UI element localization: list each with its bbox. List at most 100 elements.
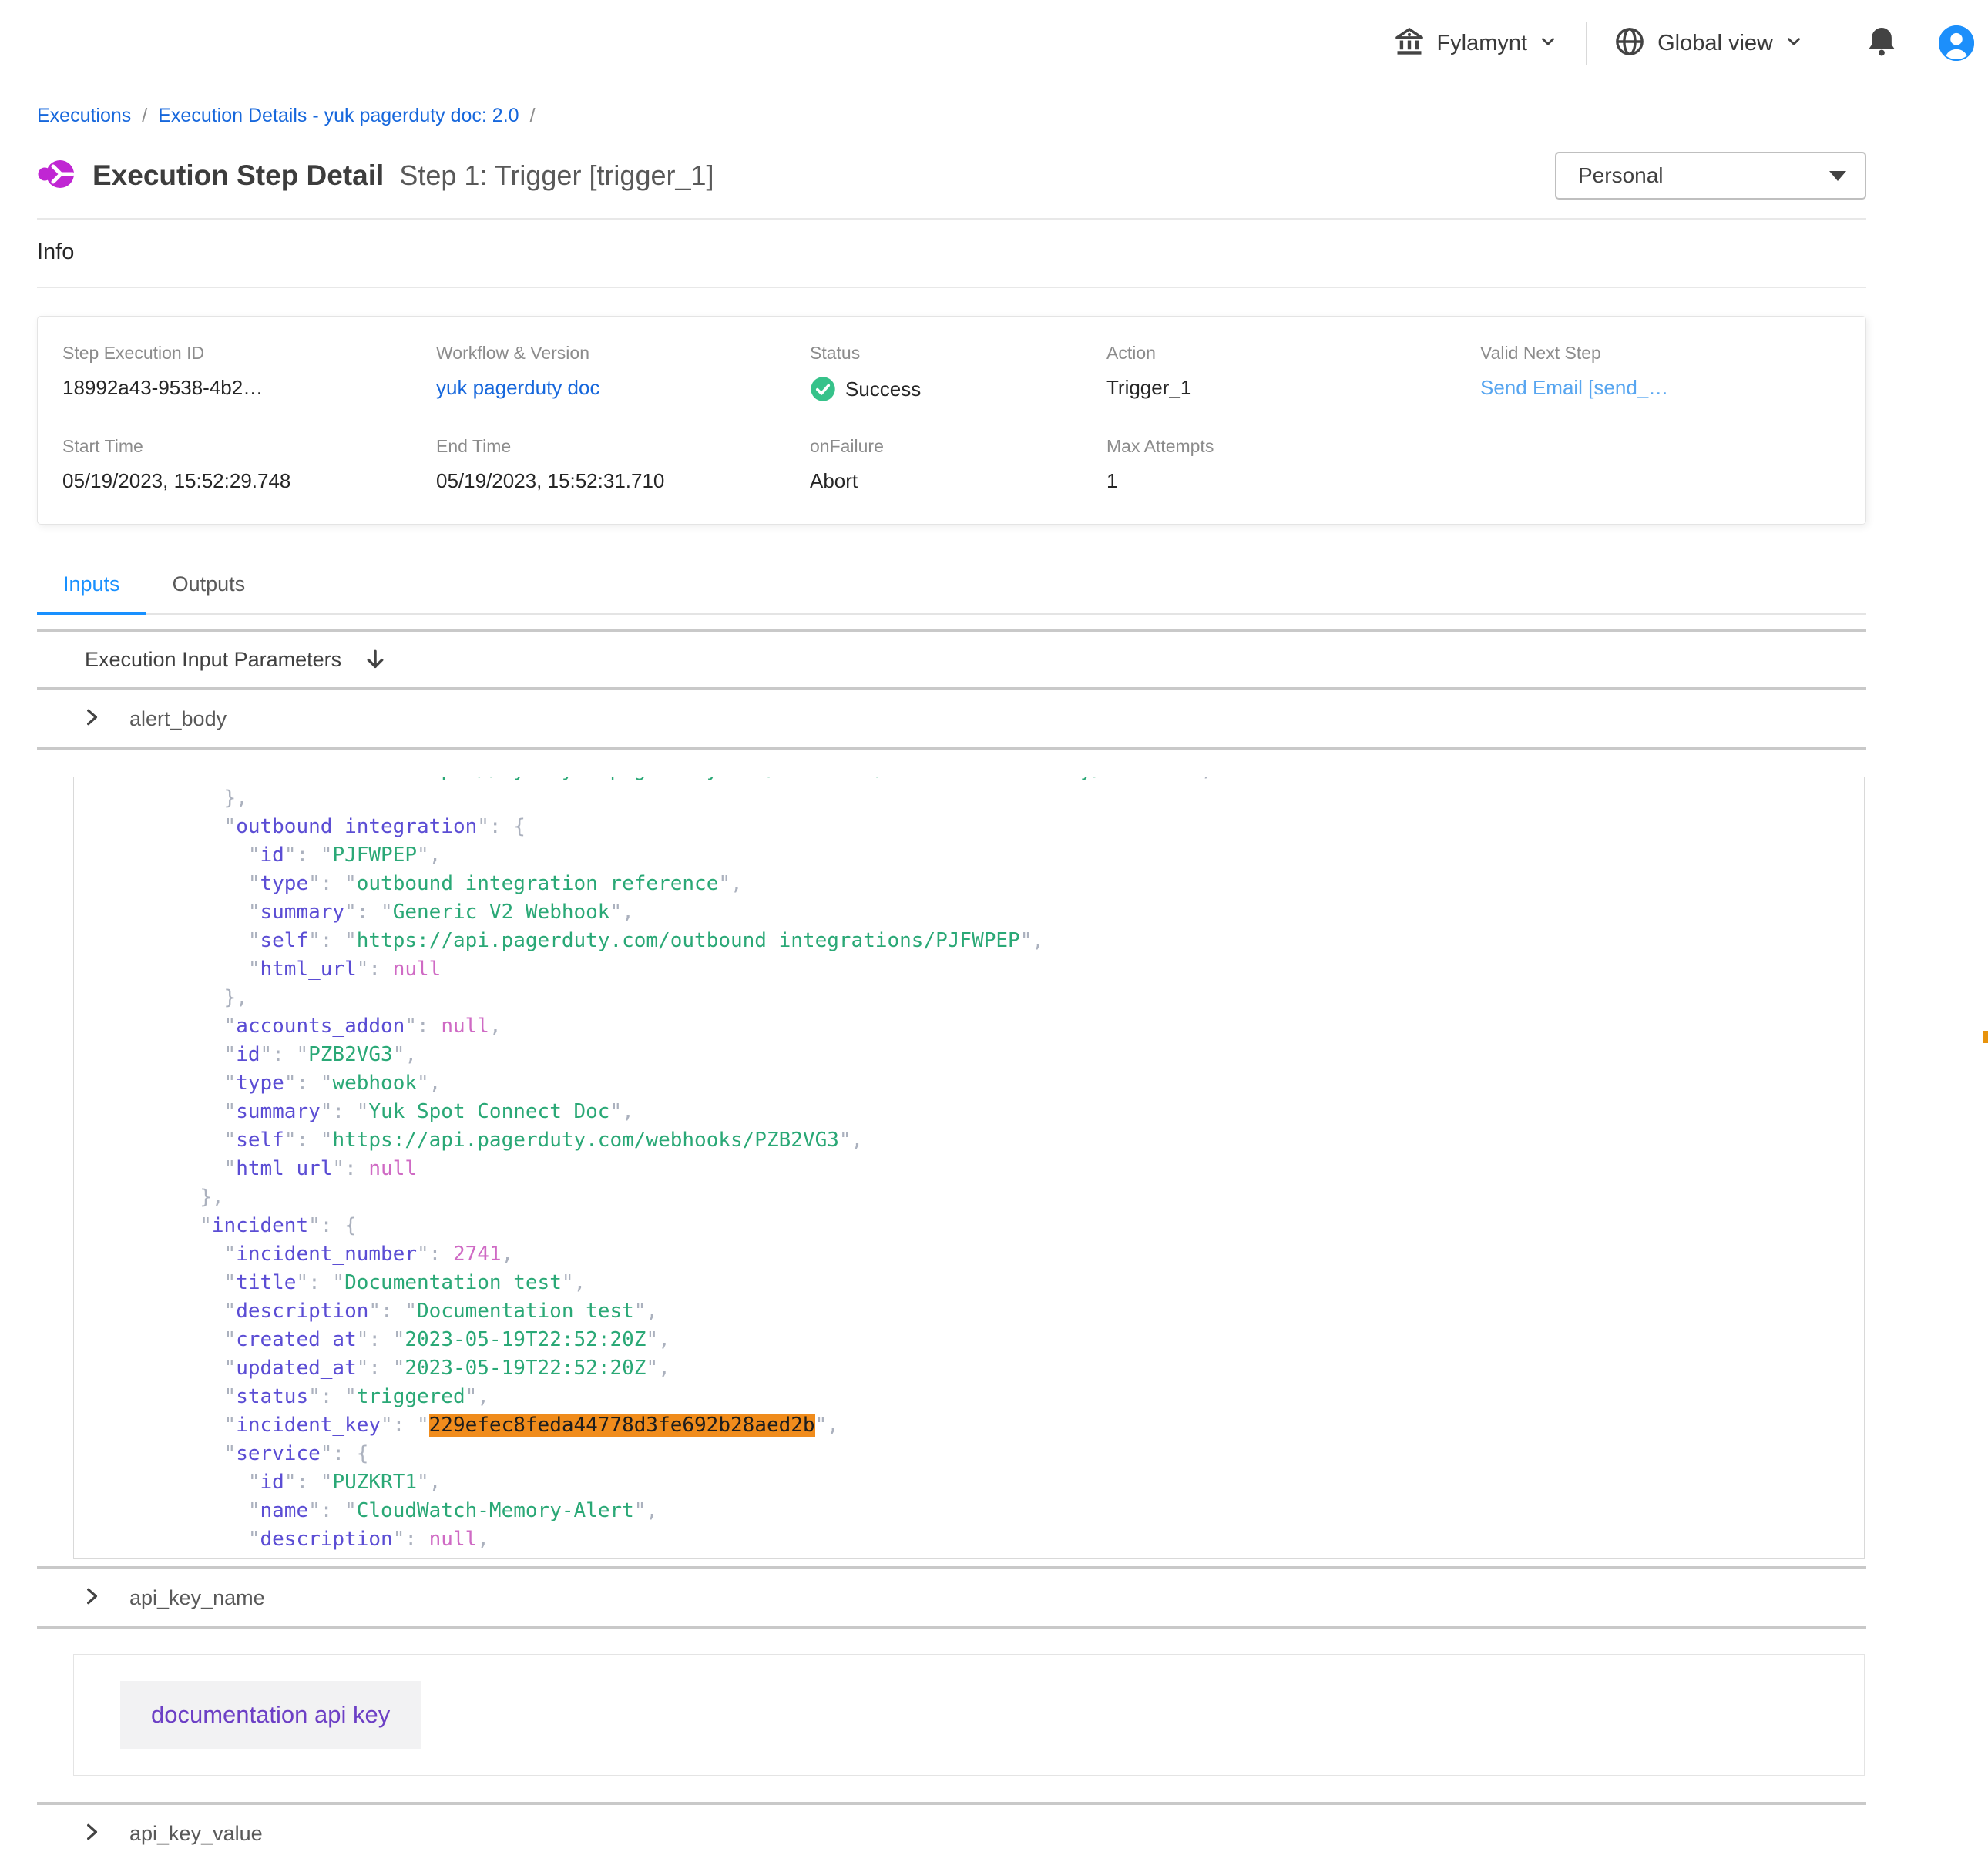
info-field: Max Attempts 1 xyxy=(1106,436,1480,493)
breadcrumb-separator: / xyxy=(142,105,147,126)
code-line: "outbound_integration": { xyxy=(103,813,1864,841)
pagerduty-trigger-icon xyxy=(37,155,76,197)
field-value: 18992a43-9538-4b2… xyxy=(62,376,436,400)
breadcrumb-link[interactable]: Executions xyxy=(37,105,131,126)
code-line: "self": "https://api.pagerduty.com/webho… xyxy=(103,1126,1864,1155)
divider xyxy=(37,1626,1866,1629)
tabs: InputsOutputs xyxy=(37,562,1866,615)
code-line: "updated_at": "2023-05-19T22:52:20Z", xyxy=(103,1354,1864,1383)
tab-outputs[interactable]: Outputs xyxy=(146,562,272,613)
field-value: 05/19/2023, 15:52:29.748 xyxy=(62,469,436,493)
field-label: Action xyxy=(1106,343,1480,364)
field-label: Workflow & Version xyxy=(436,343,810,364)
divider xyxy=(37,747,1866,750)
api-key-name-value-box: documentation api key xyxy=(73,1654,1865,1776)
code-line: }, xyxy=(103,984,1864,1012)
org-switcher[interactable]: Fylamynt xyxy=(1395,27,1558,60)
code-line: "type": "outbound_integration_reference"… xyxy=(103,870,1864,898)
section-alert-body[interactable]: alert_body xyxy=(37,690,1866,747)
code-line: "id": "PJFWPEP", xyxy=(103,841,1864,870)
field-value: 05/19/2023, 15:52:31.710 xyxy=(436,469,810,493)
params-title: Execution Input Parameters xyxy=(85,648,341,672)
field-label: onFailure xyxy=(810,436,1106,457)
code-line: "html_url": null xyxy=(103,955,1864,984)
code-line: }, xyxy=(103,784,1864,813)
page-subtitle: Step 1: Trigger [trigger_1] xyxy=(399,159,714,192)
chevron-right-icon[interactable] xyxy=(82,707,102,731)
page-header: Execution Step Detail Step 1: Trigger [t… xyxy=(37,150,1866,201)
field-value[interactable]: yuk pagerduty doc xyxy=(436,376,810,400)
info-heading: Info xyxy=(37,240,1866,265)
scrollbar-highlight-marker xyxy=(1983,1031,1988,1043)
info-field: Workflow & Version yuk pagerduty doc xyxy=(436,343,810,402)
code-line: "type": "webhook", xyxy=(103,1069,1864,1098)
code-line: "title": "Documentation test", xyxy=(103,1269,1864,1297)
chevron-right-icon[interactable] xyxy=(82,1822,102,1846)
page-title: Execution Step Detail xyxy=(92,159,384,192)
scope-select-value: Personal xyxy=(1578,163,1664,188)
field-value: Abort xyxy=(810,469,1106,493)
chevron-right-icon[interactable] xyxy=(82,1586,102,1610)
code-line: "html_url": "https://fylamynt.pagerduty.… xyxy=(103,777,1864,784)
tab-inputs[interactable]: Inputs xyxy=(37,562,146,613)
divider xyxy=(37,287,1866,288)
code-content: "html_url": "https://fylamynt.pagerduty.… xyxy=(74,777,1864,1559)
code-line: "created_at": "2023-05-19T22:52:20Z", xyxy=(103,1326,1864,1354)
code-line: }, xyxy=(103,1183,1864,1212)
info-field: Start Time 05/19/2023, 15:52:29.748 xyxy=(62,436,436,493)
download-arrow-icon[interactable] xyxy=(363,647,388,672)
code-scroll-area[interactable]: "html_url": "https://fylamynt.pagerduty.… xyxy=(73,777,1865,1559)
section-label: api_key_value xyxy=(129,1822,263,1846)
field-label: Valid Next Step xyxy=(1480,343,1865,364)
code-line: "id": "PZB2VG3", xyxy=(103,1041,1864,1069)
scope-select[interactable]: Personal xyxy=(1555,152,1866,200)
info-field: onFailure Abort xyxy=(810,436,1106,493)
code-line: "incident_number": 2741, xyxy=(103,1240,1864,1269)
success-check-icon xyxy=(810,376,836,402)
code-line: "html_url": null xyxy=(103,1155,1864,1183)
code-line: "status": "triggered", xyxy=(103,1383,1864,1411)
code-line: "incident": { xyxy=(103,1212,1864,1240)
section-api-key-name[interactable]: api_key_name xyxy=(37,1569,1866,1626)
section-api-key-value[interactable]: api_key_value xyxy=(37,1805,1866,1862)
code-line: "self": "https://api.pagerduty.com/outbo… xyxy=(103,927,1864,955)
code-line: "service": { xyxy=(103,1440,1864,1468)
code-line: "description": "Documentation test", xyxy=(103,1297,1864,1326)
bank-icon xyxy=(1395,27,1424,60)
breadcrumb-separator: / xyxy=(530,105,536,126)
global-view-label: Global view xyxy=(1657,31,1773,56)
notifications-bell-icon[interactable] xyxy=(1865,25,1899,62)
code-line: "name": "CloudWatch-Memory-Alert", xyxy=(103,1497,1864,1525)
main-content: Executions / Execution Details - yuk pager… xyxy=(37,86,1866,1862)
info-field: Action Trigger_1 xyxy=(1106,343,1480,402)
info-card: Step Execution ID 18992a43-9538-4b2…Workf… xyxy=(37,316,1866,525)
info-field: End Time 05/19/2023, 15:52:31.710 xyxy=(436,436,810,493)
chevron-down-icon xyxy=(1784,32,1804,55)
code-line: "created_at": "2023-05-19T22:52:20Z", xyxy=(103,1554,1864,1559)
code-line: "id": "PUZKRT1", xyxy=(103,1468,1864,1497)
field-value: Success xyxy=(810,376,1106,402)
api-key-name-chip: documentation api key xyxy=(120,1681,421,1749)
field-label: Step Execution ID xyxy=(62,343,436,364)
info-field: Valid Next Step Send Email [send_… xyxy=(1480,343,1865,402)
code-line: "description": null, xyxy=(103,1525,1864,1554)
field-value: 1 xyxy=(1106,469,1480,493)
params-header-row: Execution Input Parameters xyxy=(37,632,1866,687)
section-label: api_key_name xyxy=(129,1586,265,1610)
section-label: alert_body xyxy=(129,707,227,731)
code-line: "incident_key": "229efec8feda44778d3fe69… xyxy=(103,1411,1864,1440)
field-value: Trigger_1 xyxy=(1106,376,1480,400)
top-bar: Fylamynt Global view xyxy=(0,0,1988,86)
chevron-down-icon xyxy=(1538,32,1558,55)
global-view-switcher[interactable]: Global view xyxy=(1614,26,1804,61)
breadcrumb-link[interactable]: Execution Details - yuk pagerduty doc: 2… xyxy=(158,105,519,126)
code-line: "accounts_addon": null, xyxy=(103,1012,1864,1041)
field-label: End Time xyxy=(436,436,810,457)
code-line: "summary": "Generic V2 Webhook", xyxy=(103,898,1864,927)
field-label: Max Attempts xyxy=(1106,436,1480,457)
org-name: Fylamynt xyxy=(1436,31,1527,56)
user-avatar[interactable] xyxy=(1939,25,1974,61)
field-value[interactable]: Send Email [send_… xyxy=(1480,376,1865,400)
field-label: Start Time xyxy=(62,436,436,457)
info-field: StatusSuccess xyxy=(810,343,1106,402)
